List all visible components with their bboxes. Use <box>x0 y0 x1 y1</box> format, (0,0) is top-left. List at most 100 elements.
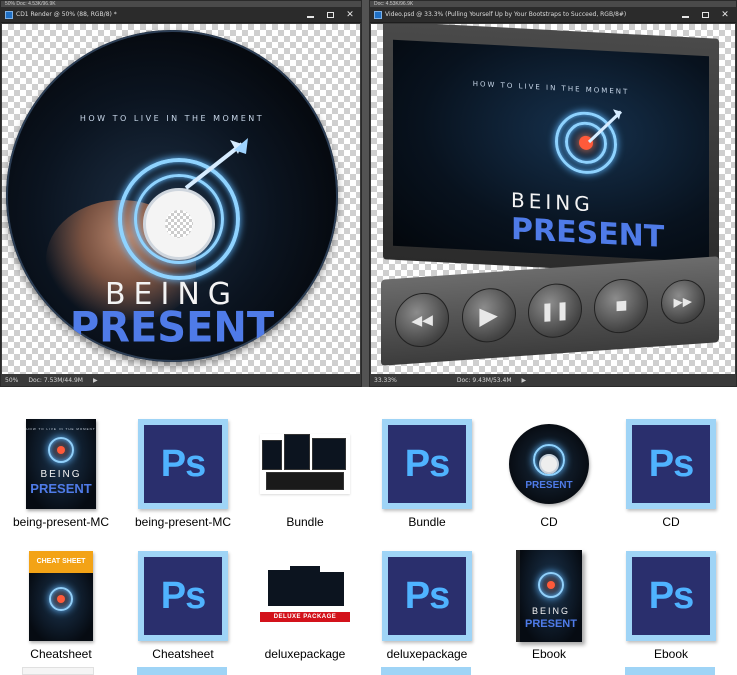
stop-icon: ■ <box>615 294 628 317</box>
video-document-window[interactable]: Doc: 4.53K/96.9K Video.psd @ 33.3% (Pull… <box>369 0 737 387</box>
maximize-button[interactable] <box>323 9 337 21</box>
ps-letters: Ps <box>632 557 710 635</box>
forward-icon: ▶▶ <box>673 294 692 310</box>
document-icon <box>5 10 13 19</box>
file-label: Ebook <box>653 647 689 661</box>
close-button[interactable]: ✕ <box>718 9 732 21</box>
next-row-psd-icon[interactable] <box>137 667 227 675</box>
file-label: CD <box>540 515 558 529</box>
close-button[interactable]: ✕ <box>343 9 357 21</box>
pause-button: ❚❚ <box>527 281 582 340</box>
doc-size: Doc: 7.53M/44.9M <box>28 377 83 384</box>
file-item[interactable]: Ps CD <box>610 418 732 530</box>
arrow-icon <box>587 109 623 144</box>
file-item[interactable]: HOW TO LIVE IN THE MOMENT BEING PRESENT … <box>0 418 122 530</box>
ebook-thumbnail: BEING PRESENT <box>516 550 582 642</box>
file-item[interactable]: Ps Bundle <box>366 418 488 530</box>
file-label: being-present-MC <box>134 515 232 529</box>
target-bullseye <box>547 581 555 589</box>
file-label: Ebook <box>531 647 567 661</box>
file-item[interactable]: PRESENT CD <box>488 418 610 530</box>
status-bar: 33.33% Doc: 9.43M/53.4M ▶ <box>370 375 736 386</box>
ps-letters: Ps <box>144 557 222 635</box>
cover-tagline: HOW TO LIVE IN THE MOMENT <box>26 427 96 431</box>
maximize-icon <box>326 11 334 18</box>
target-bullseye <box>57 595 65 603</box>
photoshop-file-icon: Ps <box>138 551 228 641</box>
file-item[interactable]: CHEAT SHEET Cheatsheet <box>0 550 122 662</box>
ps-letters: Ps <box>632 425 710 503</box>
file-item[interactable]: Ps being-present-MC <box>122 418 244 530</box>
cd-thumbnail: PRESENT <box>509 424 589 504</box>
cd-disc-artwork: HOW TO LIVE IN THE MOMENT BEING PRESENT <box>6 30 338 362</box>
file-item[interactable]: Ps Cheatsheet <box>122 550 244 662</box>
deluxe-ribbon: DELUXE PACKAGE <box>260 612 350 622</box>
photoshop-workspace: 50% Doc: 4.53K/96.9K CD1 Render @ 50% (8… <box>0 0 737 387</box>
next-row-psd-icon[interactable] <box>381 667 471 675</box>
cd-center-hole <box>539 454 559 474</box>
bundle-box <box>284 434 310 470</box>
close-icon: ✕ <box>346 9 354 19</box>
cover-present: PRESENT <box>30 481 92 496</box>
photoshop-file-icon: Ps <box>626 551 716 641</box>
file-label: deluxepackage <box>386 647 468 661</box>
cover-being: BEING <box>40 469 82 480</box>
document-title: CD1 Render @ 50% (88, RGB/8) * <box>16 11 117 18</box>
bundle-box <box>266 472 344 490</box>
next-row-thumbnail[interactable] <box>22 667 94 675</box>
close-icon: ✕ <box>721 9 729 19</box>
file-item[interactable]: Ps Ebook <box>610 550 732 662</box>
play-button: ▶ <box>461 286 516 345</box>
bundle-box <box>312 438 346 470</box>
pause-icon: ❚❚ <box>539 299 571 322</box>
file-item[interactable]: Bundle <box>244 418 366 530</box>
cd-present: PRESENT <box>525 480 573 491</box>
file-label: being-present-MC <box>12 515 110 529</box>
file-explorer-grid: HOW TO LIVE IN THE MOMENT BEING PRESENT … <box>0 392 737 675</box>
zoom-level[interactable]: 50% <box>5 377 18 384</box>
minimize-button[interactable] <box>678 9 692 21</box>
maximize-icon <box>701 11 709 18</box>
bundle-box <box>290 566 320 606</box>
file-label: Cheatsheet <box>152 647 214 661</box>
document-tab[interactable]: Video.psd @ 33.3% (Pulling Yourself Up b… <box>370 7 736 23</box>
document-title: Video.psd @ 33.3% (Pulling Yourself Up b… <box>385 11 627 18</box>
photoshop-file-icon: Ps <box>382 419 472 509</box>
status-arrow-icon[interactable]: ▶ <box>522 377 527 384</box>
cheatsheet-thumbnail: CHEAT SHEET <box>29 551 93 641</box>
document-canvas[interactable]: HOW TO LIVE IN THE MOMENT BEING PRESENT <box>2 24 360 374</box>
mockup-cover-thumbnail: HOW TO LIVE IN THE MOMENT BEING PRESENT <box>26 419 96 509</box>
maximize-button[interactable] <box>698 9 712 21</box>
video-player-artwork: HOW TO LIVE IN THE MOMENT BEING PRESENT … <box>379 24 721 366</box>
minimize-icon <box>306 16 314 18</box>
cd-transparent-hole <box>165 210 193 238</box>
document-canvas[interactable]: HOW TO LIVE IN THE MOMENT BEING PRESENT … <box>371 24 735 374</box>
player-screen: HOW TO LIVE IN THE MOMENT BEING PRESENT <box>393 39 709 263</box>
target-bullseye <box>57 446 65 454</box>
file-label: CD <box>662 515 680 529</box>
bundle-box <box>320 572 344 606</box>
file-label: Bundle <box>286 515 324 529</box>
arrow-icon <box>184 138 248 190</box>
cd-title-present: PRESENT <box>69 303 275 353</box>
zoom-level[interactable]: 33.33% <box>374 377 397 384</box>
file-item[interactable]: BEING PRESENT Ebook <box>488 550 610 662</box>
file-label: deluxepackage <box>264 647 346 661</box>
file-item[interactable]: Ps deluxepackage <box>366 550 488 662</box>
cd-render-document-window[interactable]: 50% Doc: 4.53K/96.9K CD1 Render @ 50% (8… <box>0 0 362 387</box>
document-tab[interactable]: CD1 Render @ 50% (88, RGB/8) * ✕ <box>1 7 361 23</box>
next-row-psd-icon[interactable] <box>625 667 715 675</box>
play-icon: ▶ <box>479 301 498 330</box>
stop-button: ■ <box>594 277 649 335</box>
minimize-button[interactable] <box>303 9 317 21</box>
status-arrow-icon[interactable]: ▶ <box>93 377 98 384</box>
cheatsheet-band: CHEAT SHEET <box>29 551 93 573</box>
ebook-present: PRESENT <box>525 618 577 630</box>
deluxe-package-thumbnail: DELUXE PACKAGE <box>260 566 350 626</box>
bundle-box <box>268 570 290 606</box>
file-label: Cheatsheet <box>30 647 92 661</box>
minimize-icon <box>681 16 689 18</box>
forward-button: ▶▶ <box>660 278 705 326</box>
status-bar: 50% Doc: 7.53M/44.9M ▶ <box>1 375 361 386</box>
file-item[interactable]: DELUXE PACKAGE deluxepackage <box>244 550 366 662</box>
